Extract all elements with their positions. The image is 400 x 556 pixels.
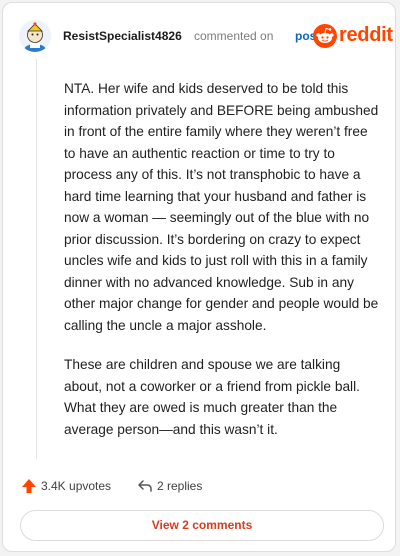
replies-button[interactable]: 2 replies xyxy=(137,475,237,497)
brand-wordmark: reddit xyxy=(339,24,393,46)
reddit-brand[interactable]: reddit xyxy=(313,22,393,50)
avatar-icon xyxy=(19,20,51,52)
comment-card: ResistSpecialist4826 commented on post r… xyxy=(2,2,396,552)
reply-count: 2 replies xyxy=(157,479,203,493)
upvote-count: 3.4K upvotes xyxy=(41,479,112,493)
reddit-logo-icon xyxy=(313,24,337,48)
comment-paragraph: NTA. Her wife and kids deserved to be to… xyxy=(64,81,379,333)
comment-body: NTA. Her wife and kids deserved to be to… xyxy=(64,78,382,458)
reply-icon xyxy=(138,480,152,492)
upvote-arrow-icon xyxy=(22,479,36,493)
comment-header: ResistSpecialist4826 commented on post r… xyxy=(19,20,393,52)
thread-line[interactable] xyxy=(36,59,37,459)
comment-paragraph: These are children and spouse we are tal… xyxy=(64,357,360,437)
action-text: commented on xyxy=(194,29,274,43)
username[interactable]: ResistSpecialist4826 xyxy=(63,29,182,43)
view-comments-button[interactable]: View 2 comments xyxy=(20,510,384,541)
comment-footer: 3.4K upvotes 2 replies xyxy=(21,475,381,497)
avatar[interactable] xyxy=(19,20,51,52)
